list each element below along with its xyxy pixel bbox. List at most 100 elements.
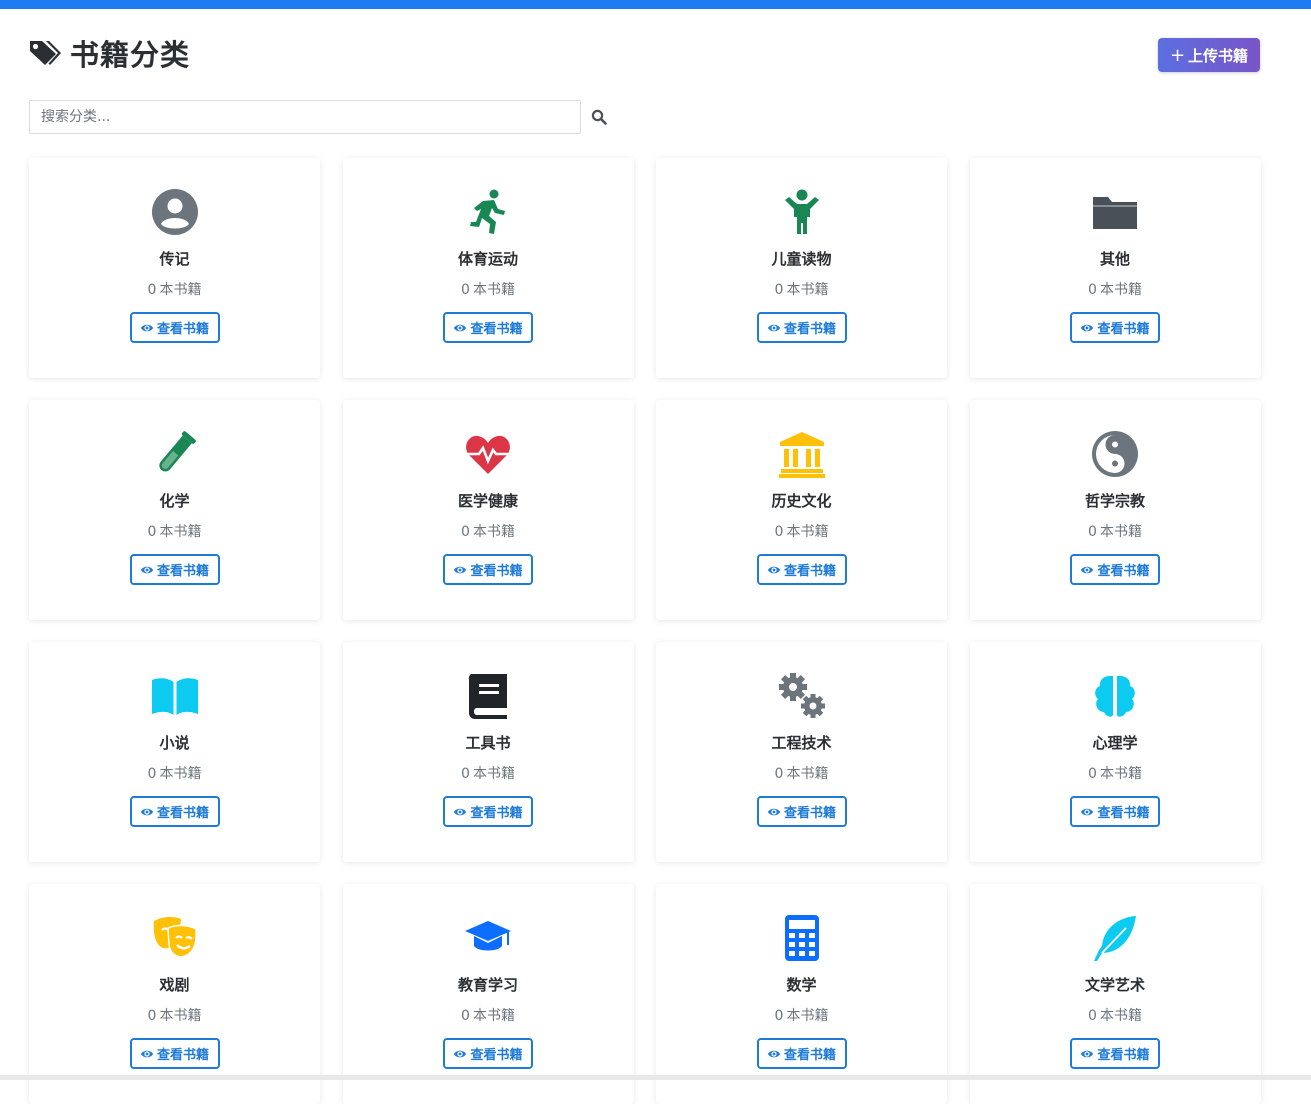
book-count-value: 0: [774, 282, 784, 298]
view-books-button[interactable]: 查看书籍: [756, 312, 847, 343]
book-count: 0 本书籍: [148, 763, 202, 783]
book-count: 0 本书籍: [461, 521, 515, 541]
book-count-value: 0: [461, 1008, 470, 1024]
eye-icon: [767, 324, 781, 331]
yin-yang-icon: [1089, 428, 1141, 480]
calculator-icon: [776, 912, 828, 964]
category-name: 心理学: [1092, 734, 1138, 752]
page-header: 书籍分类: [28, 32, 190, 74]
category-name: 工程技术: [771, 734, 832, 752]
category-card: 教育学习 0 本书籍 查看书籍: [342, 884, 634, 1104]
view-books-button[interactable]: 查看书籍: [129, 796, 220, 827]
book-count: 0 本书籍: [775, 763, 829, 783]
view-books-label: 查看书籍: [1097, 564, 1150, 579]
book-count: 0 本书籍: [461, 1005, 515, 1025]
book-count: 0 本书籍: [1088, 763, 1142, 783]
eye-icon: [1081, 566, 1094, 573]
search-button[interactable]: [581, 100, 617, 134]
view-books-label: 查看书籍: [470, 806, 523, 821]
view-books-label: 查看书籍: [156, 322, 209, 337]
eye-icon: [767, 808, 781, 815]
book-count-suffix: 本书籍: [786, 282, 829, 298]
view-books-button[interactable]: 查看书籍: [129, 312, 220, 343]
eye-icon: [454, 808, 467, 815]
book-count-value: 0: [147, 524, 157, 540]
category-grid: 传记 0 本书籍 查看书籍 体育运动 0 本书籍 查看书籍 儿童读物 0 本书籍 查看…: [29, 158, 1261, 1104]
category-card: 体育运动 0 本书籍 查看书籍: [342, 158, 634, 378]
category-name: 教育学习: [457, 976, 518, 994]
book-count: 0 本书籍: [461, 763, 515, 783]
view-books-label: 查看书籍: [1097, 806, 1150, 821]
category-name: 其他: [1099, 250, 1130, 268]
book-count-value: 0: [1088, 282, 1097, 298]
user-circle-icon: [149, 186, 201, 238]
eye-icon: [1081, 808, 1094, 815]
category-card: 儿童读物 0 本书籍 查看书籍: [656, 158, 947, 378]
upload-book-label: 上传书籍: [1188, 46, 1249, 65]
book-count-suffix: 本书籍: [786, 1008, 829, 1024]
horizontal-scrollbar[interactable]: [0, 1075, 1311, 1080]
book-count-suffix: 本书籍: [786, 524, 829, 540]
book-count-value: 0: [147, 766, 157, 782]
view-books-button[interactable]: 查看书籍: [443, 796, 533, 827]
book-count-suffix: 本书籍: [472, 524, 515, 540]
book-count: 0 本书籍: [775, 521, 829, 541]
view-books-label: 查看书籍: [1097, 322, 1150, 337]
view-books-button[interactable]: 查看书籍: [1070, 312, 1160, 343]
view-books-button[interactable]: 查看书籍: [443, 1038, 533, 1069]
view-books-button[interactable]: 查看书籍: [129, 1038, 220, 1069]
eye-icon: [454, 1050, 467, 1057]
eye-icon: [1081, 1050, 1094, 1057]
view-books-button[interactable]: 查看书籍: [756, 796, 847, 827]
folder-icon: [1089, 186, 1141, 238]
view-books-label: 查看书籍: [156, 806, 209, 821]
view-books-button[interactable]: 查看书籍: [756, 1038, 847, 1069]
book-count-suffix: 本书籍: [1099, 282, 1142, 298]
upload-book-button[interactable]: + 上传书籍: [1158, 38, 1260, 72]
eye-icon: [767, 566, 781, 573]
book-count-suffix: 本书籍: [472, 766, 515, 782]
eye-icon: [454, 566, 467, 573]
book-open-icon: [149, 670, 201, 722]
category-name: 医学健康: [457, 492, 518, 510]
category-name: 工具书: [465, 734, 511, 752]
view-books-button[interactable]: 查看书籍: [129, 554, 220, 585]
book-count-value: 0: [1088, 1008, 1097, 1024]
book-count-suffix: 本书籍: [1099, 1008, 1142, 1024]
book-count-value: 0: [1088, 766, 1097, 782]
view-books-button[interactable]: 查看书籍: [1070, 554, 1160, 585]
category-card: 工程技术 0 本书籍 查看书籍: [656, 642, 947, 862]
category-card: 工具书 0 本书籍 查看书籍: [342, 642, 634, 862]
brain-icon: [1089, 670, 1141, 722]
book-count-value: 0: [774, 524, 784, 540]
view-books-button[interactable]: 查看书籍: [1070, 1038, 1160, 1069]
book-count-value: 0: [774, 766, 784, 782]
plus-icon: +: [1169, 44, 1186, 66]
view-books-button[interactable]: 查看书籍: [756, 554, 847, 585]
category-card: 文学艺术 0 本书籍 查看书籍: [969, 884, 1261, 1104]
book-count: 0 本书籍: [461, 279, 515, 299]
view-books-label: 查看书籍: [783, 322, 836, 337]
category-card: 数学 0 本书籍 查看书籍: [656, 884, 947, 1104]
book-count: 0 本书籍: [148, 1005, 202, 1025]
category-card: 小说 0 本书籍 查看书籍: [29, 642, 320, 862]
book-count-suffix: 本书籍: [159, 766, 202, 782]
view-books-label: 查看书籍: [783, 1048, 836, 1063]
tags-icon: [30, 41, 61, 65]
category-name: 小说: [159, 734, 190, 752]
view-books-button[interactable]: 查看书籍: [1070, 796, 1160, 827]
book-count-suffix: 本书籍: [159, 282, 202, 298]
category-card: 化学 0 本书籍 查看书籍: [29, 400, 320, 620]
book-count-suffix: 本书籍: [786, 766, 829, 782]
book-count: 0 本书籍: [1088, 1005, 1142, 1025]
book-count-suffix: 本书籍: [159, 524, 202, 540]
landmark-icon: [776, 428, 828, 480]
view-books-button[interactable]: 查看书籍: [443, 554, 533, 585]
view-books-button[interactable]: 查看书籍: [443, 312, 533, 343]
eye-icon: [140, 1050, 154, 1057]
graduation-cap-icon: [462, 912, 514, 964]
search-input[interactable]: [29, 100, 581, 134]
eye-icon: [1081, 324, 1094, 331]
category-card: 其他 0 本书籍 查看书籍: [969, 158, 1261, 378]
view-books-label: 查看书籍: [470, 1048, 523, 1063]
